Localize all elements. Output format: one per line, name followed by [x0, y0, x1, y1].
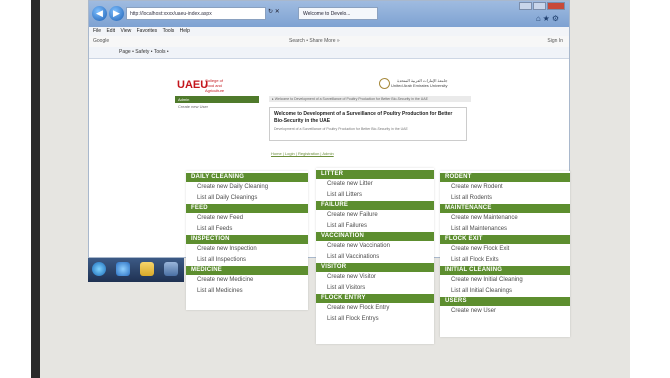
maximize-icon[interactable] [533, 2, 546, 10]
address-bar[interactable]: http://localhost:xxxx/uaeu-index.aspx [126, 7, 266, 20]
browser-tab[interactable]: Welcome to Develo... [298, 7, 378, 20]
welcome-title: Welcome to Development of a Surveillance… [274, 111, 453, 124]
menu-header-medicine: Medicine [186, 266, 308, 275]
start-icon[interactable] [92, 262, 106, 276]
menu-item-create-daily-cleaning[interactable]: Create new Daily Cleaning [186, 182, 308, 193]
menu-header-litter: Litter [316, 170, 434, 179]
menu-item-create-failure[interactable]: Create new Failure [316, 210, 434, 221]
ie-icon[interactable] [116, 262, 130, 276]
minimize-icon[interactable] [519, 2, 532, 10]
menu-header-flock-entry: Flock Entry [316, 294, 434, 303]
leftnav-header: Admin [175, 96, 259, 103]
menu-column-3: Rodent Create new Rodent List all Rodent… [440, 171, 570, 337]
university-emblem-icon [379, 78, 390, 89]
command-bar: Page • Safety • Tools • [89, 47, 569, 59]
media-player-icon[interactable] [164, 262, 178, 276]
menu-item-list-feeds[interactable]: List all Feeds [186, 224, 308, 235]
university-name: جامعة الإمارات العربية المتحدة United Ar… [391, 78, 447, 88]
menu-favorites[interactable]: Favorites [137, 28, 158, 34]
menu-header-rodent: Rodent [440, 173, 570, 182]
menu-header-daily-cleaning: Daily Cleaning [186, 173, 308, 182]
menu-item-create-feed[interactable]: Create new Feed [186, 213, 308, 224]
menu-item-create-flock-entry[interactable]: Create new Flock Entry [316, 303, 434, 314]
uaeu-logo: UAEU [177, 79, 209, 91]
forward-icon[interactable]: ▶ [109, 6, 124, 21]
logo-subtitle: College of Food and Agriculture [205, 78, 225, 93]
menu-file[interactable]: File [93, 28, 101, 34]
welcome-body: Development of a Surveillance of Poultry… [274, 127, 408, 131]
google-tools[interactable]: Search • Share More » [289, 36, 340, 47]
menu-header-visitor: Visitor [316, 263, 434, 272]
menu-header-flock-exit: Flock Exit [440, 235, 570, 244]
menu-item-list-flock-exits[interactable]: List all Flock Exits [440, 255, 570, 266]
refresh-icon[interactable]: ↻ ✕ [268, 8, 280, 15]
menu-header-failure: Failure [316, 201, 434, 210]
close-icon[interactable] [547, 2, 565, 10]
menu-header-initial-cleaning: Initial Cleaning [440, 266, 570, 275]
menu-item-list-vaccinations[interactable]: List all Vaccinations [316, 252, 434, 263]
window-controls[interactable] [518, 2, 565, 12]
menu-item-list-litters[interactable]: List all Litters [316, 190, 434, 201]
welcome-box: Welcome to Development of a Surveillance… [269, 107, 467, 141]
windows-taskbar [88, 258, 184, 282]
menu-item-list-maintenances[interactable]: List all Maintenances [440, 224, 570, 235]
menu-item-create-maintenance[interactable]: Create new Maintenance [440, 213, 570, 224]
menu-header-inspection: Inspection [186, 235, 308, 244]
menu-view[interactable]: View [120, 28, 131, 34]
home-icon[interactable]: ⌂★⚙ [536, 14, 561, 23]
menu-item-list-medicines[interactable]: List all Medicines [186, 286, 308, 297]
google-label: Google [93, 38, 110, 44]
menu-column-2: Litter Create new Litter List all Litter… [316, 168, 434, 344]
menu-item-list-initial-cleanings[interactable]: List all Initial Cleanings [440, 286, 570, 297]
signin-link[interactable]: Sign In [547, 36, 563, 47]
menu-tools[interactable]: Tools [163, 28, 175, 34]
menu-item-create-flock-exit[interactable]: Create new Flock Exit [440, 244, 570, 255]
folder-icon[interactable] [140, 262, 154, 276]
menu-help[interactable]: Help [180, 28, 190, 34]
left-nav: Admin Create new User [175, 96, 259, 110]
footer-links[interactable]: Home | Login | Registration | Admin [271, 151, 334, 156]
menu-column-1: Daily Cleaning Create new Daily Cleaning… [186, 171, 308, 310]
leftnav-item[interactable]: Create new User [175, 103, 259, 110]
menu-item-create-vaccination[interactable]: Create new Vaccination [316, 241, 434, 252]
university-name-en: United Arab Emirates University [391, 83, 448, 88]
menu-item-create-rodent[interactable]: Create new Rodent [440, 182, 570, 193]
menu-item-create-medicine[interactable]: Create new Medicine [186, 275, 308, 286]
breadcrumb: ▸ Welcome to Development of a Surveillan… [269, 96, 471, 102]
menu-bar: File Edit View Favorites Tools Help [89, 27, 569, 36]
menu-item-create-litter[interactable]: Create new Litter [316, 179, 434, 190]
menu-header-maintenance: Maintenance [440, 204, 570, 213]
menu-header-users: Users [440, 297, 570, 306]
menu-item-list-visitors[interactable]: List all Visitors [316, 283, 434, 294]
menu-item-list-rodents[interactable]: List all Rodents [440, 193, 570, 204]
menu-item-create-initial-cleaning[interactable]: Create new Initial Cleaning [440, 275, 570, 286]
menu-item-list-inspections[interactable]: List all Inspections [186, 255, 308, 266]
menu-item-list-daily-cleanings[interactable]: List all Daily Cleanings [186, 193, 308, 204]
command-bar-tools[interactable]: Page • Safety • Tools • [119, 49, 169, 55]
menu-item-list-flock-entrys[interactable]: List all Flock Entrys [316, 314, 434, 325]
menu-header-vaccination: Vaccination [316, 232, 434, 241]
menu-item-list-failures[interactable]: List all Failures [316, 221, 434, 232]
menu-header-feed: Feed [186, 204, 308, 213]
menu-item-create-inspection[interactable]: Create new Inspection [186, 244, 308, 255]
back-icon[interactable]: ◀ [92, 6, 107, 21]
menu-item-create-visitor[interactable]: Create new Visitor [316, 272, 434, 283]
menu-edit[interactable]: Edit [106, 28, 115, 34]
browser-toolbar: ◀ ▶ http://localhost:xxxx/uaeu-index.asp… [89, 1, 569, 27]
menu-item-create-user[interactable]: Create new User [440, 306, 570, 317]
